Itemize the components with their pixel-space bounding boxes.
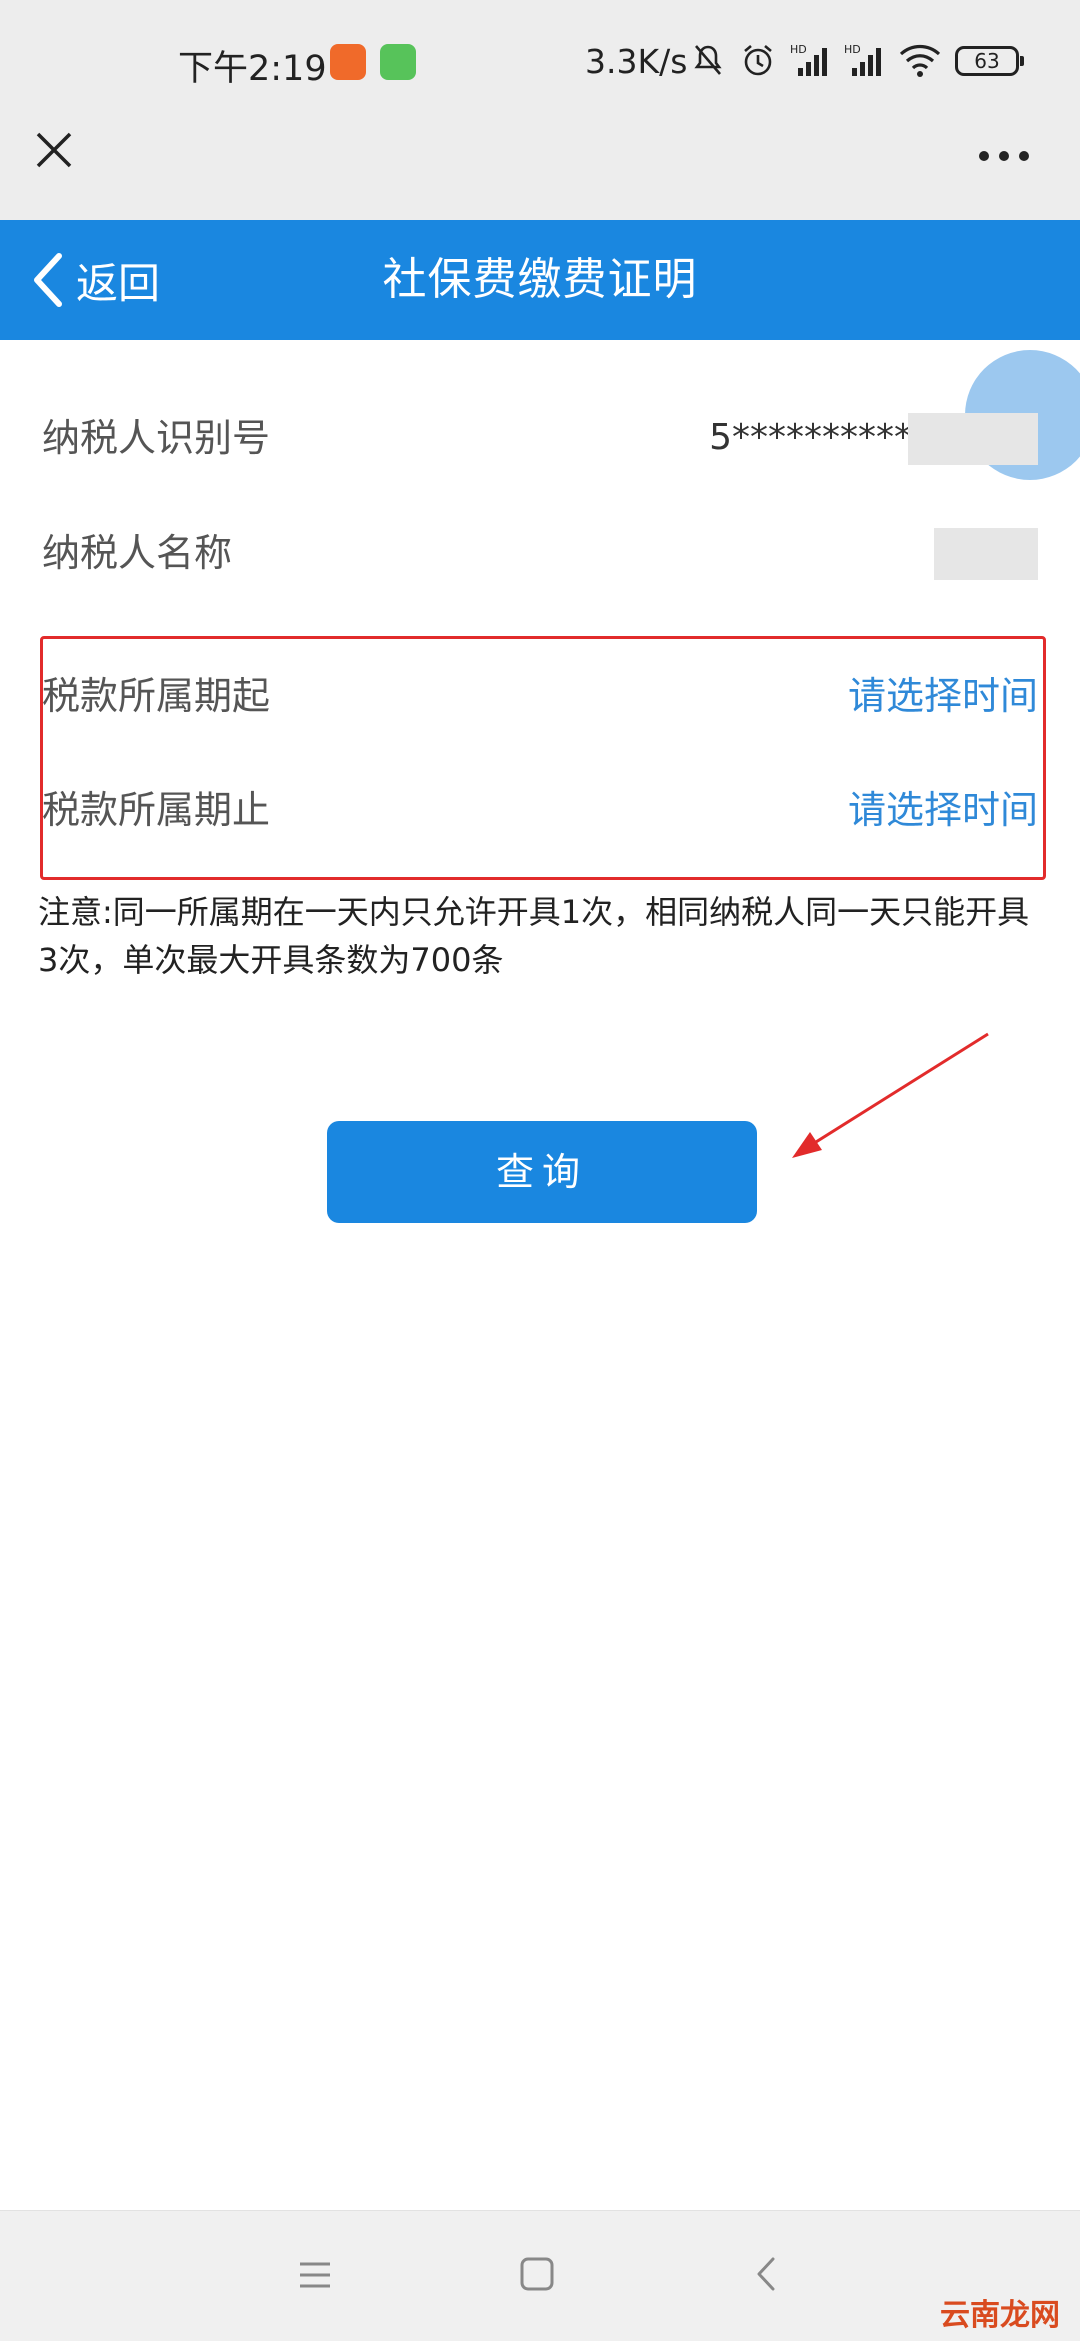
watermark: 云南龙网: [940, 2298, 1060, 2333]
query-button[interactable]: 查询: [327, 1121, 757, 1223]
close-icon[interactable]: [34, 130, 74, 170]
signal-hd-icon: HD: [844, 43, 881, 76]
status-icons: HD HD: [690, 38, 942, 82]
network-speed: 3.3K/s: [585, 42, 688, 81]
app-notification-icon: [380, 44, 416, 80]
alarm-icon: [744, 45, 772, 76]
redacted-block: [934, 528, 1038, 580]
signal-hd-icon: HD: [790, 43, 827, 76]
taxpayer-name-label: 纳税人名称: [42, 531, 233, 575]
back-icon[interactable]: [755, 2256, 777, 2292]
notice-text: 注意:同一所属期在一天内只允许开具1次，相同纳税人同一天只能开具3次，单次最大开…: [38, 893, 1030, 979]
taxpayer-name-row: 纳税人名称: [42, 513, 1038, 593]
svg-text:HD: HD: [790, 43, 807, 56]
home-icon[interactable]: [520, 2257, 554, 2291]
page-title: 社保费缴费证明: [382, 254, 698, 305]
bell-off-icon: [694, 45, 722, 75]
redacted-block: [908, 413, 1038, 465]
annotation-arrow-icon: [792, 1032, 989, 1158]
taxpayer-id-value: 5***********: [709, 417, 930, 458]
browser-toolbar: [0, 125, 1080, 220]
app-notification-icon: [330, 44, 366, 80]
taxpayer-id-label: 纳税人识别号: [42, 416, 271, 460]
status-time: 下午2:19: [178, 49, 327, 89]
taxpayer-id-row: 纳税人识别号 5***********: [42, 398, 1038, 478]
wifi-icon: [899, 44, 941, 77]
more-icon[interactable]: [978, 150, 1030, 162]
svg-text:HD: HD: [844, 43, 861, 56]
menu-icon[interactable]: [298, 2260, 332, 2290]
annotation-highlight-box: [40, 636, 1046, 880]
battery-indicator: 63: [955, 46, 1024, 76]
